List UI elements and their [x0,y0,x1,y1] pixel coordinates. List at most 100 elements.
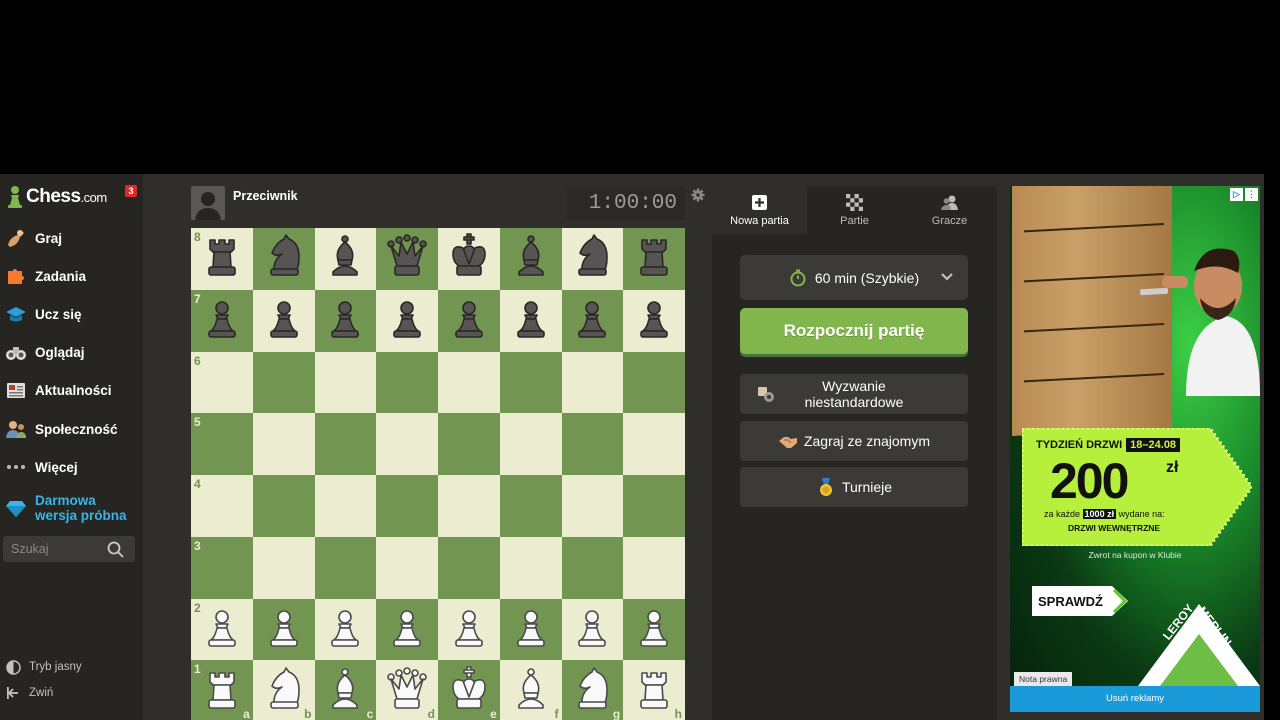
board-square-h3[interactable] [623,536,685,599]
tab-games[interactable]: Partie [807,186,902,234]
tab-new-game[interactable]: Nowa partia [712,186,807,234]
ad-cta-button[interactable]: SPRAWDŹ [1032,586,1130,616]
board-square-g7[interactable] [561,289,624,352]
board-square-e6[interactable] [438,351,500,414]
board-square-d1[interactable]: d [376,660,438,720]
nav-item-learn[interactable]: Ucz się [0,296,143,332]
ad-info-icon[interactable]: ▷ [1230,188,1243,201]
board-square-h1[interactable]: h [623,660,685,720]
ad-choices[interactable]: ▷ ⋮ [1230,188,1258,201]
black-bishop-icon[interactable] [321,232,369,285]
board-square-b4[interactable] [252,475,315,537]
board-square-g8[interactable] [561,228,624,290]
time-control-dropdown[interactable]: 60 min (Szybkie) [740,255,968,300]
white-pawn-icon[interactable] [321,603,369,656]
search-icon[interactable] [107,541,124,558]
board-square-e5[interactable] [438,413,500,475]
board-square-a5[interactable]: 5 [191,413,253,475]
white-pawn-icon[interactable] [630,603,678,656]
advertisement[interactable]: TYDZIEŃ DRZWI 18–24.08 200 zł za każde 10… [1010,186,1260,712]
board-square-g1[interactable]: g [561,660,624,720]
board-square-f6[interactable] [499,351,562,414]
board-square-h5[interactable] [623,413,685,475]
search-input[interactable] [3,542,107,556]
black-bishop-icon[interactable] [507,232,555,285]
chessboard[interactable]: 87654321abcdefgh [191,228,685,720]
nav-item-community[interactable]: Społeczność [0,411,143,447]
board-square-a8[interactable]: 8 [191,228,253,290]
board-square-d4[interactable] [376,475,438,537]
tournaments-button[interactable]: Turnieje [740,467,968,507]
white-pawn-icon[interactable] [568,603,616,656]
black-rook-icon[interactable] [630,232,678,285]
nav-item-more[interactable]: Więcej [0,449,143,485]
play-friend-button[interactable]: Zagraj ze znajomym [740,421,968,461]
board-square-b3[interactable] [252,536,315,599]
black-pawn-icon[interactable] [445,294,493,347]
black-knight-icon[interactable] [260,232,308,285]
board-square-d6[interactable] [376,351,438,414]
collapse-sidebar-button[interactable]: Zwiń [0,682,143,704]
board-square-d2[interactable] [376,598,438,661]
board-square-f7[interactable] [499,289,562,352]
nav-item-watch[interactable]: Oglądaj [0,334,143,370]
black-queen-icon[interactable] [383,232,431,285]
board-square-e1[interactable]: e [438,660,500,720]
white-pawn-icon[interactable] [445,603,493,656]
nav-item-news[interactable]: Aktualności [0,372,143,408]
board-square-f8[interactable] [499,228,562,290]
board-square-c8[interactable] [314,228,377,290]
board-square-c1[interactable]: c [314,660,377,720]
ad-menu-icon[interactable]: ⋮ [1245,188,1258,201]
board-square-c5[interactable] [314,413,377,475]
black-rook-icon[interactable] [198,232,246,285]
board-square-h4[interactable] [623,475,685,537]
black-pawn-icon[interactable] [630,294,678,347]
board-square-a3[interactable]: 3 [191,536,253,599]
board-square-d5[interactable] [376,413,438,475]
board-square-g6[interactable] [561,351,624,414]
board-square-d7[interactable] [376,289,438,352]
board-square-h6[interactable] [623,351,685,414]
black-pawn-icon[interactable] [507,294,555,347]
custom-challenge-button[interactable]: Wyzwanie niestandardowe [740,374,968,414]
light-mode-toggle[interactable]: Tryb jasny [0,656,143,678]
board-square-a4[interactable]: 4 [191,475,253,537]
white-bishop-icon[interactable] [321,665,369,718]
board-square-e7[interactable] [438,289,500,352]
board-square-a7[interactable]: 7 [191,289,253,352]
board-square-b7[interactable] [252,289,315,352]
board-square-a2[interactable]: 2 [191,598,253,661]
board-square-g5[interactable] [561,413,624,475]
board-square-f4[interactable] [499,475,562,537]
board-square-g3[interactable] [561,536,624,599]
board-square-b2[interactable] [252,598,315,661]
board-square-h7[interactable] [623,289,685,352]
board-square-h8[interactable] [623,228,685,290]
board-square-d8[interactable] [376,228,438,290]
white-queen-icon[interactable] [383,665,431,718]
black-knight-icon[interactable] [568,232,616,285]
board-square-f5[interactable] [499,413,562,475]
nav-item-play[interactable]: Graj [0,220,143,256]
white-rook-icon[interactable] [198,665,246,718]
board-square-b8[interactable] [252,228,315,290]
chess-logo[interactable]: Chess.com [6,183,107,211]
board-square-h2[interactable] [623,598,685,661]
board-square-f1[interactable]: f [499,660,562,720]
notification-badge[interactable]: 3 [125,185,137,197]
white-knight-icon[interactable] [260,665,308,718]
board-square-f2[interactable] [499,598,562,661]
white-king-icon[interactable] [445,665,493,718]
board-square-a1[interactable]: 1a [191,660,253,720]
white-bishop-icon[interactable] [507,665,555,718]
board-square-b1[interactable]: b [252,660,315,720]
board-square-d3[interactable] [376,536,438,599]
board-square-g2[interactable] [561,598,624,661]
start-game-button[interactable]: Rozpocznij partię [740,308,968,354]
board-square-b6[interactable] [252,351,315,414]
board-square-b5[interactable] [252,413,315,475]
board-square-c6[interactable] [314,351,377,414]
white-pawn-icon[interactable] [383,603,431,656]
board-square-e2[interactable] [438,598,500,661]
